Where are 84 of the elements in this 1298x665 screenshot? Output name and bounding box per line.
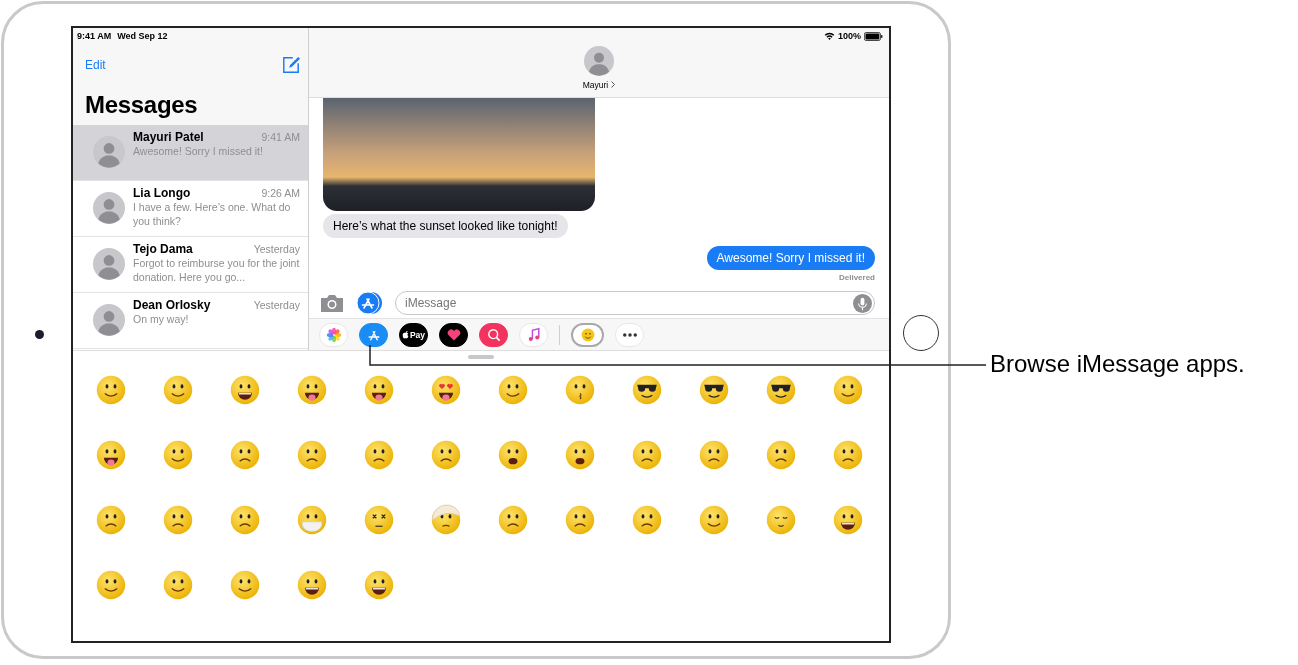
status-date: Wed Sep 12 bbox=[117, 31, 168, 43]
contact-name: Mayuri Patel bbox=[133, 130, 204, 144]
photo-placeholder[interactable] bbox=[323, 98, 595, 211]
conversation-item[interactable]: Dean Orlosky Yesterday On my way! bbox=[73, 293, 308, 349]
status-time: 9:41 AM bbox=[77, 31, 112, 43]
emoji-sticker[interactable] bbox=[564, 504, 596, 536]
message-bubble: Here’s what the sunset looked like tonight! bbox=[323, 214, 568, 238]
emoji-sticker[interactable] bbox=[95, 569, 127, 601]
callout-label: Browse iMessage apps. bbox=[990, 350, 1245, 378]
message-bubble: Awesome! Sorry I missed it! bbox=[706, 246, 875, 270]
emoji-sticker[interactable] bbox=[832, 504, 864, 536]
avatar-icon bbox=[93, 136, 125, 168]
avatar-icon bbox=[93, 192, 125, 224]
chevron-icon bbox=[611, 81, 616, 88]
emoji-sticker[interactable] bbox=[296, 569, 328, 601]
emoji-sticker[interactable] bbox=[363, 569, 395, 601]
camera-dot bbox=[35, 330, 44, 339]
message-preview: Forgot to reimburse you for the joint donation. Here you go... bbox=[133, 256, 300, 284]
emoji-sticker[interactable] bbox=[430, 374, 462, 406]
emoji-sticker[interactable] bbox=[296, 374, 328, 406]
message-preview: On my way! bbox=[133, 312, 190, 326]
app-button[interactable]: Pay bbox=[399, 322, 428, 347]
wifi-icon bbox=[823, 31, 835, 41]
message-field[interactable]: iMessage bbox=[395, 291, 875, 315]
emoji-sticker[interactable] bbox=[229, 504, 261, 536]
emoji-sticker[interactable] bbox=[229, 439, 261, 471]
emoji-sticker[interactable] bbox=[229, 374, 261, 406]
message-time: Yesterday bbox=[253, 299, 300, 311]
message-time: 9:41 AM bbox=[261, 131, 300, 143]
emoji-sticker[interactable] bbox=[765, 374, 797, 406]
avatar-icon[interactable] bbox=[584, 46, 614, 76]
apple-icon bbox=[401, 330, 409, 339]
emoji-sticker[interactable] bbox=[497, 504, 529, 536]
emoji-sticker[interactable] bbox=[832, 439, 864, 471]
message-time: 9:26 AM bbox=[261, 187, 300, 199]
drag-handle[interactable] bbox=[468, 355, 494, 359]
emoji-sticker[interactable] bbox=[95, 504, 127, 536]
page-title: Messages bbox=[73, 77, 308, 125]
battery-icon bbox=[864, 31, 883, 41]
conversation-item[interactable]: Lia Longo 9:26 AM I have a few. Here’s one. What do you think? bbox=[73, 181, 308, 237]
emoji-sticker[interactable] bbox=[631, 374, 663, 406]
emoji-sticker[interactable] bbox=[698, 439, 730, 471]
emoji-sticker[interactable] bbox=[363, 374, 395, 406]
smiley-icon bbox=[579, 326, 596, 343]
edit-link[interactable]: Edit bbox=[85, 58, 106, 72]
microphone-icon[interactable] bbox=[853, 293, 872, 313]
emoji-sticker[interactable] bbox=[631, 504, 663, 536]
app-button[interactable] bbox=[439, 322, 468, 347]
contact-link[interactable]: Mayuri bbox=[582, 80, 616, 90]
contact-name: Lia Longo bbox=[133, 186, 191, 200]
emoji-sticker[interactable] bbox=[162, 439, 194, 471]
camera-icon[interactable] bbox=[319, 293, 345, 313]
flower-icon bbox=[325, 326, 342, 343]
emoji-sticker[interactable] bbox=[363, 439, 395, 471]
app-label: Pay bbox=[409, 329, 426, 340]
emoji-sticker[interactable] bbox=[497, 439, 529, 471]
app-store-icon[interactable] bbox=[355, 292, 385, 314]
emoji-sticker[interactable] bbox=[698, 374, 730, 406]
contact-name: Dean Orlosky bbox=[133, 298, 211, 312]
more-icon bbox=[622, 332, 637, 337]
avatar-icon bbox=[93, 248, 125, 280]
emoji-sticker[interactable] bbox=[162, 504, 194, 536]
delivery-status: Delivered bbox=[838, 273, 875, 282]
emoji-sticker[interactable] bbox=[95, 374, 127, 406]
avatar-icon bbox=[93, 304, 125, 336]
message-preview: I have a few. Here’s one. What do you think? bbox=[133, 200, 292, 228]
emoji-sticker[interactable] bbox=[95, 439, 127, 471]
emoji-sticker[interactable] bbox=[564, 439, 596, 471]
emoji-sticker[interactable] bbox=[765, 439, 797, 471]
contact-name: Tejo Dama bbox=[133, 242, 193, 256]
emoji-sticker[interactable] bbox=[430, 439, 462, 471]
conversation-item[interactable]: Tejo Dama Yesterday Forgot to reimburse you for the joint donation. Here you go... bbox=[73, 237, 308, 293]
emoji-sticker[interactable] bbox=[698, 504, 730, 536]
emoji-sticker[interactable] bbox=[631, 439, 663, 471]
search-icon bbox=[485, 326, 502, 343]
emoji-sticker[interactable] bbox=[162, 374, 194, 406]
compose-icon[interactable] bbox=[282, 56, 300, 74]
emoji-sticker[interactable] bbox=[162, 569, 194, 601]
emoji-sticker[interactable] bbox=[229, 569, 261, 601]
message-time: Yesterday bbox=[253, 243, 300, 255]
battery-percent: 100% bbox=[837, 31, 861, 41]
emoji-sticker[interactable] bbox=[832, 374, 864, 406]
heart-icon bbox=[445, 326, 462, 343]
emoji-sticker[interactable] bbox=[296, 439, 328, 471]
